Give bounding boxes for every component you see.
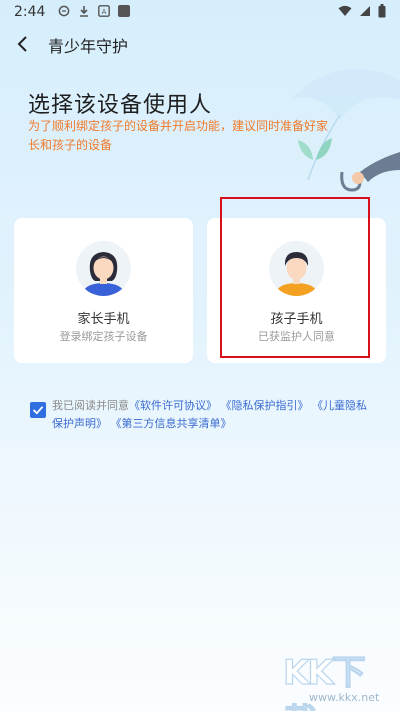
page-title: 青少年守护 <box>48 37 129 56</box>
child-card-desc: 已获监护人同意 <box>258 330 335 343</box>
message-icon <box>58 5 70 17</box>
agreement-prefix: 我已阅读并同意 <box>52 399 129 412</box>
parent-phone-card[interactable]: 家长手机 登录绑定孩子设备 <box>14 218 193 363</box>
software-license-link[interactable]: 《软件许可协议》 <box>129 399 217 412</box>
page-subtitle: 为了顺利绑定孩子的设备并开启功能，建议同时准备好家长和孩子的设备 <box>28 119 329 152</box>
battery-icon <box>378 4 386 18</box>
signal-icon <box>360 6 370 16</box>
child-card-title: 孩子手机 <box>270 312 323 327</box>
parent-avatar <box>76 241 131 296</box>
child-phone-card[interactable]: 孩子手机 已获监护人同意 <box>207 218 386 363</box>
svg-text:A: A <box>102 8 107 16</box>
parent-card-title: 家长手机 <box>77 312 130 327</box>
agreement-text: 我已阅读并同意《软件许可协议》 《隐私保护指引》 《儿童隐私保护声明》 《第三方… <box>52 397 374 433</box>
child-avatar <box>269 241 324 296</box>
page-heading: 选择该设备使用人 <box>28 93 213 118</box>
watermark-url: www.kkx.net <box>309 691 380 704</box>
wifi-icon <box>338 5 352 16</box>
agreement-checkbox[interactable] <box>30 402 46 418</box>
third-party-sharing-list-link[interactable]: 《第三方信息共享清单》 <box>111 417 232 430</box>
watermark: KK下载 www.kkx.net <box>282 645 395 711</box>
download-icon <box>80 6 88 17</box>
app-badge-icon: A <box>98 5 110 17</box>
parent-card-desc: 登录绑定孩子设备 <box>59 330 148 343</box>
status-bar: 2:44 A <box>0 0 400 24</box>
status-time: 2:44 <box>14 4 46 20</box>
back-arrow-icon[interactable] <box>12 32 36 56</box>
privacy-guide-link[interactable]: 《隐私保护指引》 <box>221 399 309 412</box>
square-icon <box>118 5 130 17</box>
app-header: 青少年守护 <box>0 28 400 62</box>
checkmark-icon <box>32 406 44 415</box>
